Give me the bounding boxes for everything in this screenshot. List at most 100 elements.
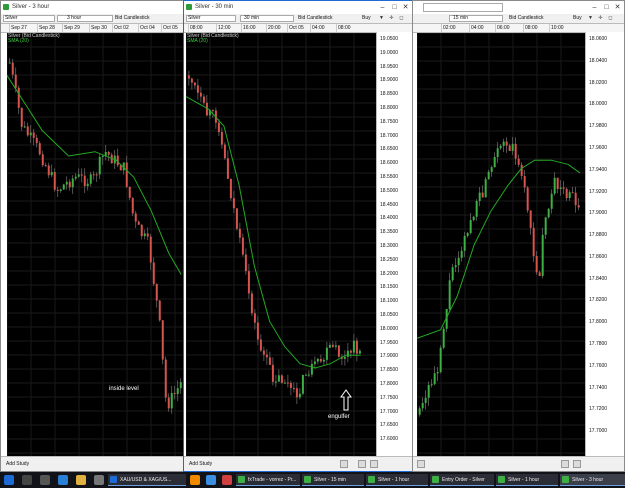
price-tick-label: 17.9200 xyxy=(589,188,608,195)
maximize-icon[interactable]: □ xyxy=(601,1,612,14)
annotation-inside-level: inside level xyxy=(109,386,139,392)
price-tick-label: 18.5000 xyxy=(380,187,399,194)
time-label: 20:00 xyxy=(266,24,281,32)
taskbar: XAU/USD & XAG/US... fxTrade - vorrez - P… xyxy=(0,472,625,488)
sell-arrow-icon[interactable]: ▼ xyxy=(587,14,594,23)
candle-body xyxy=(65,181,68,185)
crosshair-icon[interactable]: ✛ xyxy=(597,14,604,23)
taskbar-item[interactable]: Silver - 1 hour xyxy=(496,474,558,486)
taskbar-item[interactable]: Silver - 15 min xyxy=(302,474,364,486)
maximize-icon[interactable]: □ xyxy=(389,1,400,14)
price-tick-label: 17.7200 xyxy=(589,406,608,413)
price-tick-label: 18.0400 xyxy=(589,57,608,64)
time-label: 02:00 xyxy=(441,24,456,32)
taskbar-item[interactable]: Entry Order - Silver xyxy=(430,474,494,486)
crosshair-icon[interactable]: ✛ xyxy=(388,14,395,23)
price-chart[interactable]: Silver (Bid Candlestick) SMA (20) engulf… xyxy=(186,33,376,457)
candle-body xyxy=(466,233,469,236)
candle-body xyxy=(44,165,47,167)
zoom-out-button[interactable] xyxy=(358,460,366,468)
candle-body xyxy=(244,254,247,272)
minimize-icon[interactable]: – xyxy=(589,1,600,14)
price-chart[interactable] xyxy=(417,33,585,457)
app-icon[interactable] xyxy=(222,475,232,485)
zoom-in-button[interactable] xyxy=(370,460,378,468)
chrome-icon[interactable] xyxy=(206,475,216,485)
price-tick-label: 17.6500 xyxy=(380,422,399,429)
candle-body xyxy=(14,74,17,88)
taskbar-item[interactable]: fxTrade - vorrez - Pr... xyxy=(236,474,300,486)
fullscreen-icon[interactable]: ◻ xyxy=(607,14,614,23)
candle-body xyxy=(32,132,35,138)
buy-button[interactable]: Buy xyxy=(362,14,371,23)
taskbar-item-active[interactable]: Silver - 3 hour xyxy=(560,474,625,486)
chart-type-select[interactable]: Bid Candlestick xyxy=(298,14,332,23)
windows-start-icon[interactable] xyxy=(4,475,14,485)
time-label: 12:00 xyxy=(216,24,231,32)
candle-body xyxy=(193,82,196,86)
title-bar[interactable]: Silver - 30 min – □ ✕ xyxy=(184,1,412,14)
search-icon[interactable] xyxy=(22,475,32,485)
price-tick-label: 18.9500 xyxy=(380,63,399,70)
close-icon[interactable]: ✕ xyxy=(612,1,623,14)
zoom-in-button[interactable] xyxy=(573,460,581,468)
candle-body xyxy=(502,141,505,146)
candle-body xyxy=(358,350,361,354)
interval-select[interactable] xyxy=(57,15,113,22)
app-logo-icon xyxy=(432,476,439,483)
title-bar[interactable]: Silver - 3 hour xyxy=(1,1,183,14)
zoom-out-button[interactable] xyxy=(561,460,569,468)
candle-body xyxy=(334,345,337,347)
chart-type-select[interactable]: Bid Candlestick xyxy=(509,14,543,23)
chart-type-select[interactable]: Bid Candlestick xyxy=(115,14,149,23)
scroll-thumb[interactable] xyxy=(417,460,425,468)
candle-body xyxy=(565,188,568,199)
candle-body xyxy=(74,176,77,179)
price-tick-label: 18.9000 xyxy=(380,77,399,84)
search-field[interactable] xyxy=(423,3,503,12)
candle-body xyxy=(152,262,155,284)
price-tick-label: 18.7000 xyxy=(380,132,399,139)
candle-body xyxy=(41,154,44,166)
title-bar[interactable]: – □ ✕ xyxy=(413,1,624,14)
candle-body xyxy=(107,151,110,155)
price-tick-label: 17.9400 xyxy=(589,166,608,173)
candle-body xyxy=(469,220,472,234)
task-view-icon[interactable] xyxy=(40,475,50,485)
candle-body xyxy=(256,322,259,340)
candle-body xyxy=(538,272,541,276)
candle-body xyxy=(259,339,262,351)
candle-body xyxy=(146,233,149,237)
minimize-icon[interactable]: – xyxy=(377,1,388,14)
annotation-engulfer: engulfer xyxy=(328,414,350,420)
file-explorer-icon[interactable] xyxy=(76,475,86,485)
candle-body xyxy=(547,208,550,218)
close-icon[interactable]: ✕ xyxy=(400,1,411,14)
candle-body xyxy=(571,192,574,194)
firefox-icon[interactable] xyxy=(190,475,200,485)
price-chart[interactable]: Silver (Bid Candlestick) SMA (20) inside… xyxy=(7,33,183,457)
price-tick-label: 17.7500 xyxy=(380,394,399,401)
candle-body xyxy=(574,192,577,206)
price-tick-label: 18.3500 xyxy=(380,229,399,236)
taskbar-item[interactable]: XAU/USD & XAG/US... xyxy=(108,474,186,486)
buy-button[interactable]: Buy xyxy=(573,14,582,23)
candle-body xyxy=(71,178,74,188)
candle-body xyxy=(173,393,176,395)
price-tick-label: 18.0000 xyxy=(589,101,608,108)
time-label: Oct 05 xyxy=(287,24,304,32)
scroll-thumb[interactable] xyxy=(340,460,348,468)
taskbar-item[interactable]: Silver - 1 hour xyxy=(366,474,428,486)
add-study-button[interactable]: Add Study xyxy=(4,460,31,468)
add-study-button[interactable]: Add Study xyxy=(187,460,214,468)
candle-body xyxy=(211,110,214,112)
edge-browser-icon[interactable] xyxy=(58,475,68,485)
candle-body xyxy=(86,183,89,187)
sell-arrow-icon[interactable]: ▼ xyxy=(378,14,385,23)
candle-body xyxy=(170,393,173,409)
fullscreen-icon[interactable]: ◻ xyxy=(398,14,405,23)
candle-body xyxy=(226,158,229,179)
date-label: Sep 28 xyxy=(37,24,55,32)
candle-body xyxy=(220,132,223,145)
store-icon[interactable] xyxy=(94,475,104,485)
